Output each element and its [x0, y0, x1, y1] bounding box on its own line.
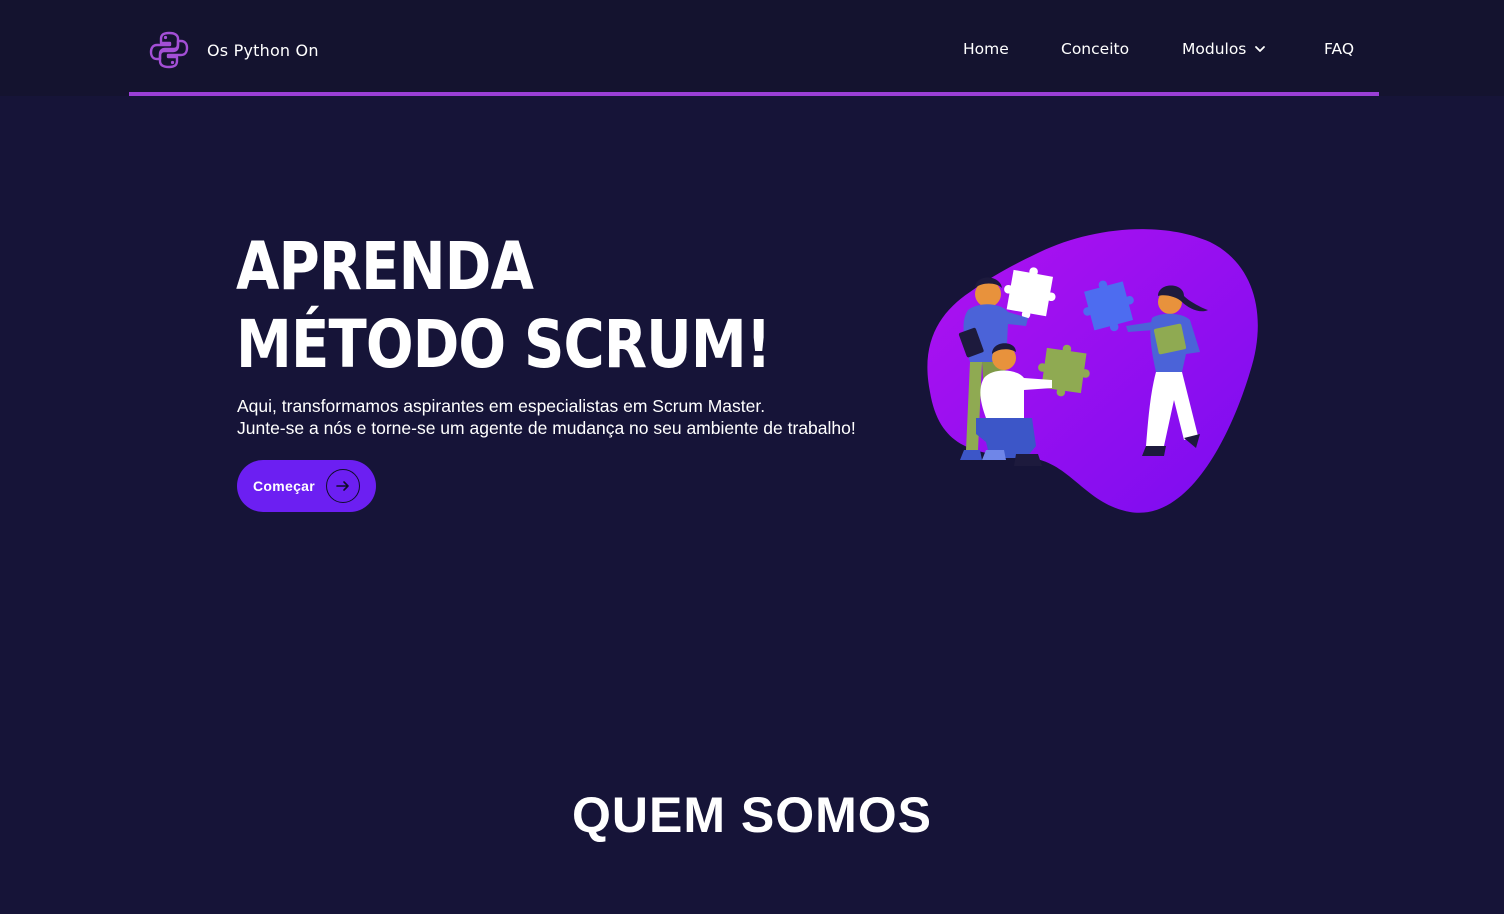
hero-subtitle: Aqui, transformamos aspirantes em especi… [237, 395, 856, 439]
start-button[interactable]: Começar [237, 460, 376, 512]
team-puzzle-illustration [927, 229, 1258, 513]
chevron-down-icon [1255, 46, 1266, 52]
header-accent-bar [129, 92, 1379, 96]
hero-subtitle-line-2: Junte-se a nós e torne-se um agente de m… [237, 418, 856, 438]
hero-subtitle-line-1: Aqui, transformamos aspirantes em especi… [237, 396, 766, 416]
arrow-right-icon [326, 469, 360, 503]
nav-faq-link[interactable]: FAQ [1324, 40, 1354, 58]
hero-title-line-2: MÉTODO SCRUM! [236, 306, 771, 383]
nav-home-link[interactable]: Home [963, 40, 1009, 58]
nav-modulos-label: Modulos [1182, 40, 1247, 58]
start-button-label: Começar [253, 478, 316, 494]
hero-title: APRENDA MÉTODO SCRUM! [236, 228, 771, 384]
main-nav: Home Conceito Modulos FAQ [0, 40, 1504, 62]
nav-conceito-link[interactable]: Conceito [1061, 40, 1129, 58]
nav-modulos-dropdown[interactable]: Modulos [1182, 40, 1266, 58]
hero-title-line-1: APRENDA [236, 228, 534, 305]
quem-somos-heading: QUEM SOMOS [571, 787, 933, 843]
